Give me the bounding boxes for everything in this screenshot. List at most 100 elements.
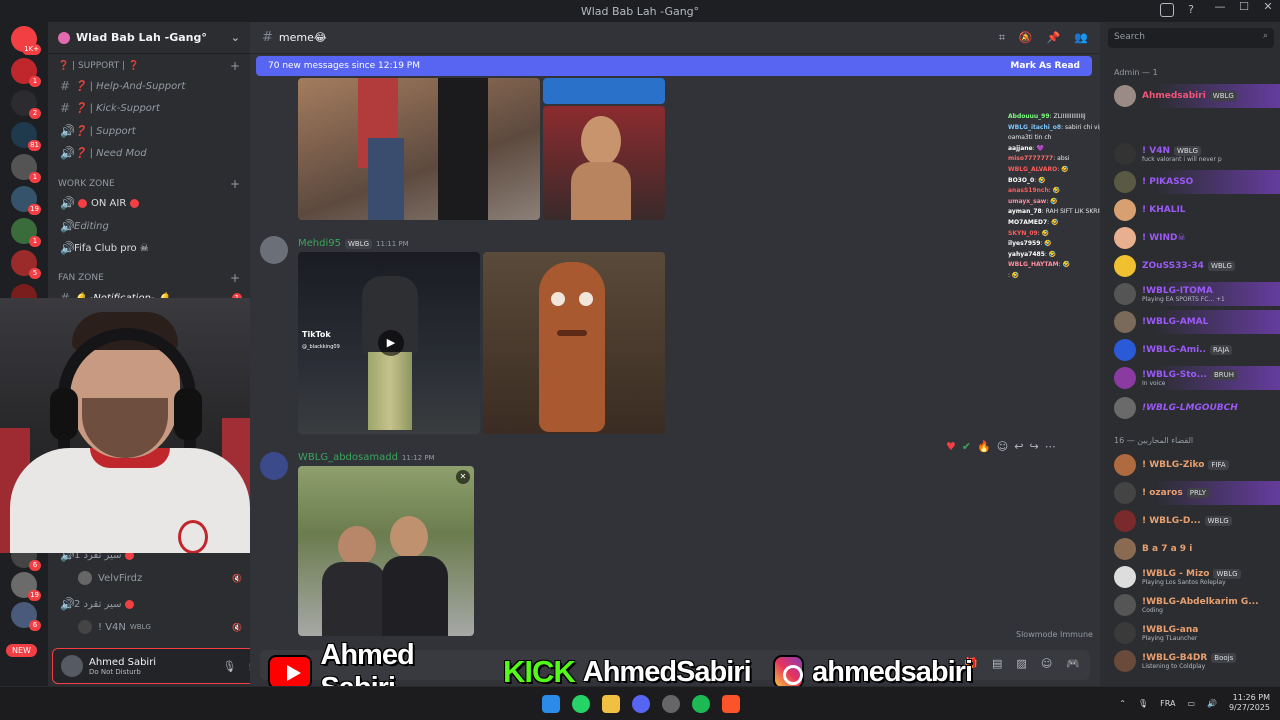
add-channel-icon[interactable]: + (230, 177, 240, 191)
notification-bell-icon[interactable]: 🔕 (1019, 31, 1033, 45)
member-item[interactable]: ! ozaros PRLY (1100, 481, 1280, 505)
add-channel-icon[interactable]: + (230, 59, 240, 73)
guild-header[interactable]: Wlad Bab Lah -Gang° ⌄ (48, 22, 250, 54)
language-indicator[interactable]: FRA (1160, 699, 1175, 708)
server-icon[interactable]: 6 (11, 602, 41, 631)
sticker-icon[interactable]: ▨ (1016, 657, 1026, 670)
home-button[interactable]: 1K+ (11, 26, 41, 55)
video-attachment[interactable]: TikTok @_blackking09 ▶ (298, 252, 480, 434)
member-item[interactable]: !WBLG-ana Playing TLauncher (1100, 621, 1280, 645)
voice-channel-2[interactable]: 🔊 سير تقرد 2 (56, 593, 242, 615)
category-work-zone[interactable]: WORK ZONE + (48, 176, 250, 192)
volume-icon[interactable]: 🔊 (1207, 699, 1217, 708)
maximize-icon[interactable]: ☐ (1232, 0, 1256, 13)
fire-icon[interactable]: 🔥 (977, 440, 991, 453)
voice-user[interactable]: VelvFirdz 🔇 (74, 567, 242, 589)
brave-icon[interactable] (722, 695, 740, 713)
member-item[interactable]: ZOuSS33-34 WBLG (1100, 254, 1280, 278)
play-button[interactable]: ▶ (378, 330, 404, 356)
close-icon[interactable]: ✕ (456, 470, 470, 484)
voice-user[interactable]: ! V4N WBLG 🔇 (74, 616, 242, 638)
member-item[interactable]: ! WIND☠ (1100, 226, 1280, 250)
close-icon[interactable]: ✕ (1256, 0, 1280, 13)
member-item[interactable]: !WBLG-Sto... BRUH In voice (1100, 366, 1280, 390)
member-item[interactable]: ! PIKASSO (1100, 170, 1280, 194)
add-channel-icon[interactable]: + (230, 271, 240, 285)
image-attachment[interactable] (483, 252, 665, 434)
server-icon[interactable]: 1 (11, 154, 41, 183)
member-item[interactable]: ! KHALIL (1100, 198, 1280, 222)
avatar[interactable] (260, 236, 288, 264)
gif-icon[interactable]: ▤ (992, 657, 1002, 670)
check-icon[interactable]: ✔ (962, 440, 971, 453)
server-icon[interactable]: 2 (11, 90, 41, 119)
pin-icon[interactable]: 📌 (1047, 31, 1061, 45)
add-reaction-icon[interactable]: ☺ (997, 440, 1008, 453)
member-item[interactable]: Ahmedsabiri WBLG (1100, 84, 1280, 108)
server-icon[interactable]: 1 (11, 218, 41, 247)
message-toolbar: ♥ ✔ 🔥 ☺ ↩ ↪ ⋯ (946, 440, 1056, 453)
channel-on-air[interactable]: 🔊 ON AIR (56, 192, 242, 214)
author-name[interactable]: WBLG_abdosamadd (298, 452, 398, 463)
category-support[interactable]: ❓ | SUPPORT | ❓ + (48, 58, 250, 74)
member-item[interactable]: ! V4N WBLG fuck valorant i will never p (1100, 142, 1280, 166)
image-attachment[interactable] (298, 78, 540, 220)
file-explorer-icon[interactable] (602, 695, 620, 713)
new-badge[interactable]: NEW (6, 644, 37, 657)
channel-fifa[interactable]: 🔊 Fifa Club pro ☠ (56, 237, 242, 259)
image-attachment[interactable] (543, 106, 665, 220)
apps-icon[interactable]: 🎮 (1066, 657, 1080, 670)
windows-start-icon[interactable] (542, 695, 560, 713)
members-icon[interactable]: 👥 (1074, 31, 1088, 45)
image-attachment[interactable] (543, 78, 665, 104)
channel-kick-support[interactable]: # ❓ | Kick-Support (56, 97, 242, 119)
channel-editing[interactable]: 🔊 Editing (56, 215, 242, 237)
spotify-icon[interactable] (692, 695, 710, 713)
forward-icon[interactable]: ↪ (1029, 440, 1038, 453)
member-item[interactable]: !WBLG-ITOMA Playing EA SPORTS FC... +1 (1100, 282, 1280, 306)
mark-as-read-button[interactable]: Mark As Read (1010, 61, 1080, 71)
server-icon[interactable]: 5 (11, 250, 41, 279)
obs-icon[interactable] (662, 695, 680, 713)
minimize-icon[interactable]: — (1208, 0, 1232, 13)
threads-icon[interactable]: ⌗ (999, 31, 1005, 45)
channel-support[interactable]: 🔊 ❓ | Support (56, 120, 242, 142)
member-item[interactable]: B a 7 a 9 i (1100, 537, 1280, 561)
help-icon[interactable]: ? (1188, 3, 1194, 17)
avatar[interactable] (260, 452, 288, 480)
inbox-icon[interactable] (1160, 3, 1175, 17)
avatar[interactable] (61, 655, 83, 677)
member-item[interactable]: ! WBLG-D... WBLG (1100, 509, 1280, 533)
server-icon[interactable]: 19 (11, 572, 41, 601)
author-name[interactable]: Mehdi95 (298, 238, 341, 249)
network-icon[interactable]: ▭ (1187, 699, 1195, 708)
member-item[interactable]: !WBLG-Abdelkarim G... Coding (1100, 593, 1280, 617)
search-input[interactable]: Search ⌕ (1108, 28, 1274, 48)
clock[interactable]: 11:26 PM 9/27/2025 (1229, 693, 1270, 713)
channel-help[interactable]: # ❓ | Help-And-Support (56, 75, 242, 97)
image-attachment[interactable]: ✕ (298, 466, 474, 636)
member-item[interactable]: !WBLG-Ami.. RAJA (1100, 338, 1280, 362)
member-item[interactable]: ! WBLG-Ziko FIFA (1100, 453, 1280, 477)
whatsapp-icon[interactable] (572, 695, 590, 713)
server-icon[interactable]: 19 (11, 186, 41, 215)
chevron-up-icon[interactable]: ⌃ (1119, 699, 1126, 708)
server-icon[interactable]: 1 (11, 58, 41, 87)
emoji-icon[interactable]: ☺ (1041, 657, 1052, 670)
member-item[interactable]: !WBLG - Mizo WBLG Playing Los Santos Rolep… (1100, 565, 1280, 589)
server-icon[interactable]: 81 (11, 122, 41, 151)
reply-icon[interactable]: ↩ (1014, 440, 1023, 453)
more-icon[interactable]: ⋯ (1045, 440, 1056, 453)
member-item[interactable]: !WBLG-AMAL (1100, 310, 1280, 334)
microphone-icon[interactable]: 🎙 (1138, 699, 1148, 708)
category-fan-zone[interactable]: FAN ZONE + (48, 270, 250, 286)
voice-channel-icon: 🔊 (60, 219, 75, 233)
new-messages-banner[interactable]: 70 new messages since 12:19 PM Mark As R… (256, 56, 1092, 76)
discord-icon[interactable] (632, 695, 650, 713)
microphone-icon[interactable]: 🎙 (222, 660, 236, 673)
member-item[interactable]: !WBLG-B4DR Boojs Listening to Coldplay (1100, 649, 1280, 673)
member-item[interactable]: !WBLG-LMGOUBCH (1100, 396, 1280, 420)
heart-icon[interactable]: ♥ (946, 440, 956, 453)
avatar (1114, 171, 1136, 193)
channel-need-mod[interactable]: 🔊 ❓ | Need Mod (56, 142, 242, 164)
